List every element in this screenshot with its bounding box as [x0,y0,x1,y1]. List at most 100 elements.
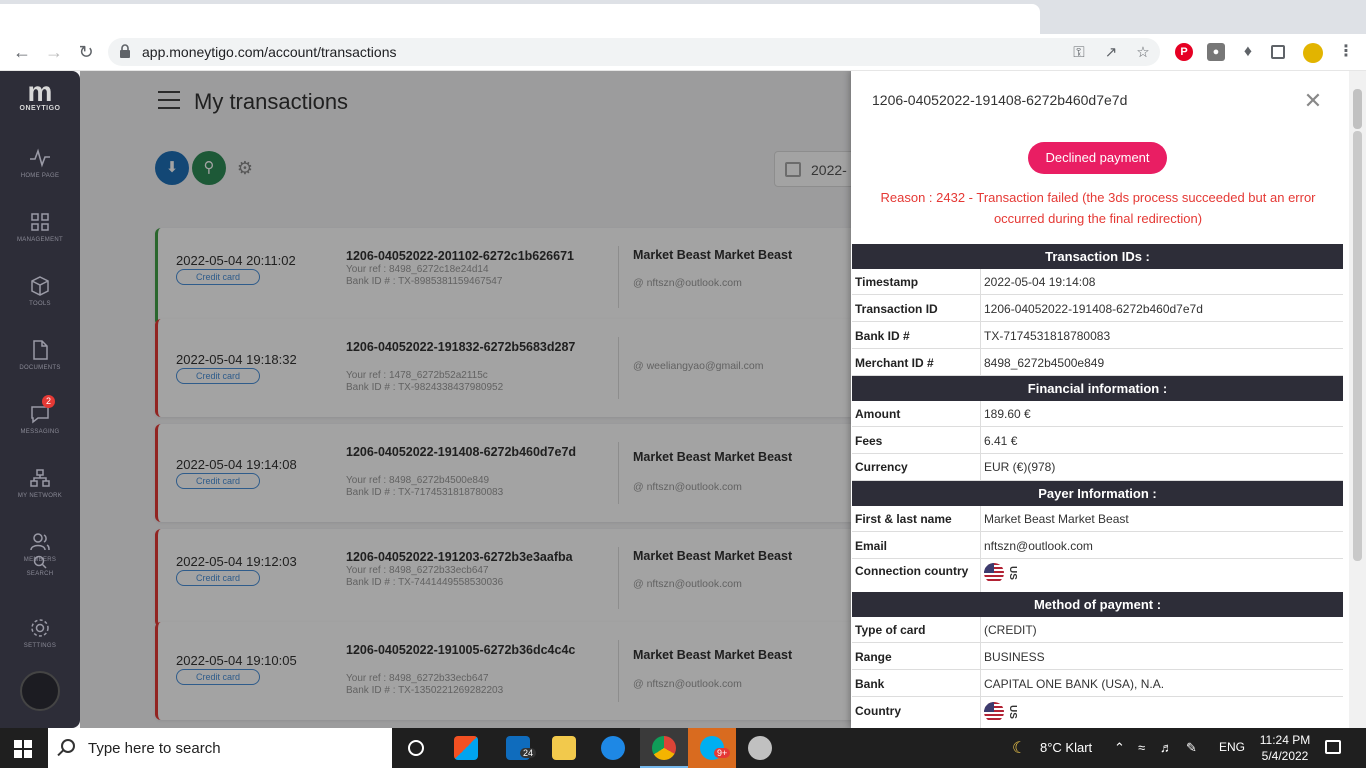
extensions-puzzle-icon[interactable]: ♦ [1239,43,1257,61]
detail-row-name: First & last name Market Beast Market Be… [852,506,1343,532]
activity-icon [30,148,50,168]
sidebar-item-label: HOME PAGE [20,173,60,179]
clock-date: 5/4/2022 [1261,749,1309,763]
cube-icon [31,276,49,296]
section-header-transaction-ids: Transaction IDs : [852,244,1343,269]
volume-icon[interactable]: ♬ [1160,740,1173,755]
detail-key: Merchant ID # [855,356,934,370]
detail-row-timestamp: Timestamp 2022-05-04 19:14:08 [852,269,1343,295]
moon-weather-icon[interactable]: ☾ [1012,738,1026,758]
detail-row-merchant-id: Merchant ID # 8498_6272b4500e849 [852,349,1343,376]
sidebar-item-management[interactable]: MANAGEMENT [0,211,80,261]
scrollbar-track[interactable] [1353,131,1362,561]
sidebar-item-settings[interactable]: SETTINGS [0,617,80,667]
section-header-financial: Financial information : [852,376,1343,401]
detail-key: First & last name [855,512,952,526]
close-icon[interactable]: ✕ [1303,90,1323,112]
divider [980,559,981,592]
reload-icon[interactable]: ↻ [74,40,98,64]
search-icon [61,739,75,753]
network-icon[interactable]: ≈ [1138,740,1145,755]
decline-reason: Reason : 2432 - Transaction failed (the … [861,187,1335,229]
detail-row-currency: Currency EUR (€)(978) [852,454,1343,481]
section-header-method: Method of payment : [852,592,1343,617]
detail-key: Amount [855,407,901,421]
chevron-up-icon[interactable]: ⌃ [1114,740,1125,756]
back-icon[interactable]: ← [10,40,34,64]
address-bar[interactable]: app.moneytigo.com/account/transactions ⚿… [108,38,1160,66]
skype-icon[interactable]: 9+ [688,728,736,768]
detail-row-country: Country US [852,697,1343,728]
section-header-payer: Payer Information : [852,481,1343,506]
paint-icon[interactable] [736,728,784,768]
detail-key: Currency [855,460,908,474]
weather-text[interactable]: 8°C Klart [1040,740,1092,755]
moneytigo-logo[interactable]: m ONEYTIGO [16,78,64,115]
divider [980,427,981,454]
detail-value: TX-7174531818780083 [984,329,1111,343]
detail-value: (CREDIT) [984,623,1037,637]
page-scrollbar[interactable] [1349,71,1366,728]
task-view-icon[interactable] [392,728,440,768]
messaging-badge: 2 [42,395,55,408]
divider [980,617,981,643]
notification-icon[interactable] [1325,740,1341,754]
divider [980,295,981,322]
bookmark-star-icon[interactable]: ☆ [1134,44,1152,62]
divider [980,670,981,697]
chrome-icon[interactable] [640,728,688,768]
sidebar-item-messaging[interactable]: 2 MESSAGING [0,395,80,453]
sidebar-item-tools[interactable]: TOOLS [0,275,80,325]
divider [980,322,981,349]
mail-badge: 24 [520,748,537,758]
taskbar-search-input[interactable]: Type here to search [48,728,392,768]
side-panel-icon[interactable] [1271,45,1285,59]
language-indicator[interactable]: ENG [1219,740,1245,754]
pinterest-icon[interactable]: P [1175,43,1193,61]
detail-value: US [1007,566,1018,580]
detail-value: Market Beast Market Beast [984,512,1129,526]
active-tab[interactable] [0,4,1040,34]
share-icon[interactable]: ↗ [1102,44,1120,62]
sidebar-item-label: TOOLS [29,301,51,307]
document-icon [33,340,48,360]
detail-value: 1206-04052022-191408-6272b460d7e7d [984,302,1203,316]
forward-icon[interactable]: → [42,40,66,64]
file-explorer-icon[interactable] [540,728,588,768]
key-icon[interactable]: ⚿ [1070,44,1088,62]
user-avatar[interactable] [20,671,60,711]
sidebar-item-documents[interactable]: DOCUMENTS [0,339,80,389]
divider [980,349,981,376]
sidebar-item-label: MY NETWORK [17,493,63,499]
detail-row-connection-country: Connection country US [852,559,1343,592]
mail-icon[interactable]: 24 [494,728,542,768]
menu-dots-icon[interactable]: ⋮ [1337,43,1355,61]
search-icon [33,555,47,569]
scrollbar-thumb[interactable] [1353,89,1362,129]
taskbar-clock[interactable]: 11:24 PM 5/4/2022 [1252,732,1318,764]
modal-backdrop[interactable] [80,71,860,728]
divider [980,532,981,559]
clock-time: 11:24 PM [1259,733,1311,747]
transaction-detail-drawer: 1206-04052022-191408-6272b460d7e7d ✕ Dec… [851,71,1349,728]
skype-badge: 9+ [714,748,731,758]
status-badge: Declined payment [1028,142,1167,174]
pen-icon[interactable]: ✎ [1186,740,1197,756]
url-text: app.moneytigo.com/account/transactions [142,44,397,60]
sidebar-item-network[interactable]: MY NETWORK [0,467,80,517]
network-icon [30,469,50,487]
users-icon [30,533,50,551]
profile-avatar[interactable] [1303,43,1323,63]
us-flag-icon [984,702,1004,722]
sidebar-item-search[interactable]: SEARCH [0,555,80,585]
windows-start-icon[interactable] [14,740,32,758]
sidebar-item-home[interactable]: HOME PAGE [0,147,80,197]
divider [980,643,981,670]
detail-key: Bank ID # [855,329,910,343]
detail-key: Range [855,650,892,664]
drawer-title: 1206-04052022-191408-6272b460d7e7d [872,92,1128,108]
store-icon[interactable] [442,728,490,768]
decline-reason-line: occurred during the final redirection) [993,211,1203,226]
edge-icon[interactable] [589,728,637,768]
extension-shield-icon[interactable]: ● [1207,43,1225,61]
